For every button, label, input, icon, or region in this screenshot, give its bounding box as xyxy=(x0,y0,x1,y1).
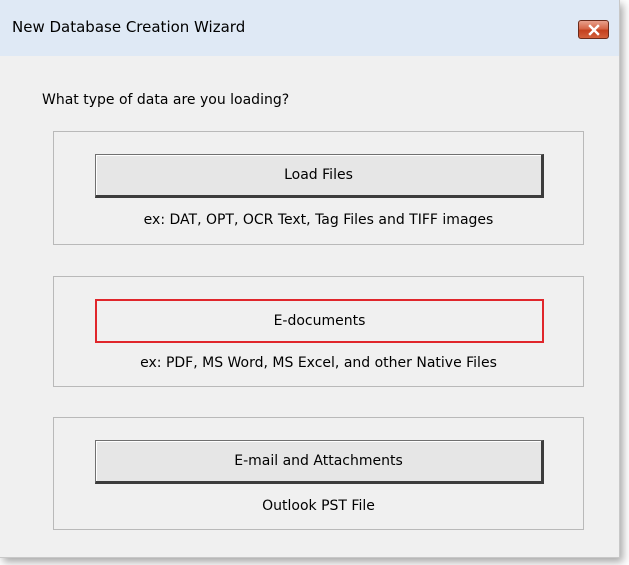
close-button[interactable] xyxy=(578,20,609,39)
email-attachments-group: E-mail and Attachments Outlook PST File xyxy=(53,417,584,530)
email-attachments-button[interactable]: E-mail and Attachments xyxy=(95,440,544,484)
e-documents-button[interactable]: E-documents xyxy=(95,299,544,343)
email-attachments-description: Outlook PST File xyxy=(262,498,375,514)
e-documents-group: E-documents ex: PDF, MS Word, MS Excel, … xyxy=(53,276,584,387)
load-files-description: ex: DAT, OPT, OCR Text, Tag Files and TI… xyxy=(143,212,494,228)
question-label: What type of data are you loading? xyxy=(42,92,290,108)
window-title: New Database Creation Wizard xyxy=(12,18,246,36)
wizard-dialog: New Database Creation Wizard What type o… xyxy=(0,0,620,558)
e-documents-description: ex: PDF, MS Word, MS Excel, and other Na… xyxy=(140,355,497,371)
title-bar: New Database Creation Wizard xyxy=(0,0,619,56)
load-files-group: Load Files ex: DAT, OPT, OCR Text, Tag F… xyxy=(53,131,584,245)
close-icon xyxy=(588,24,600,36)
load-files-button[interactable]: Load Files xyxy=(95,154,544,198)
